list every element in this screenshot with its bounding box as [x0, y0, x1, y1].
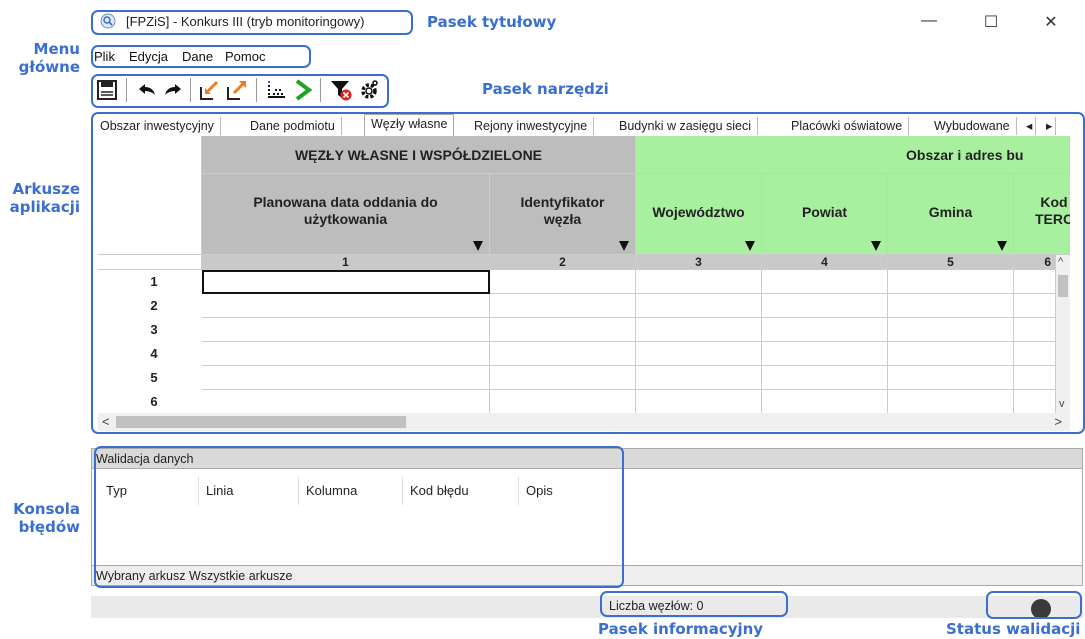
maximize-button[interactable]: ☐ [976, 12, 1006, 32]
annotation-sheets: Arkusze aplikacji [9, 180, 80, 216]
menu-bar-highlight [91, 45, 311, 68]
annotation-main-menu: Menu główne [18, 40, 80, 76]
console-highlight [94, 446, 624, 588]
close-button[interactable]: ✕ [1036, 12, 1066, 32]
annotation-info-bar: Pasek informacyjny [598, 620, 764, 638]
annotation-console: Konsola błędów [13, 500, 80, 536]
annotation-validation-status: Status walidacji [946, 620, 1081, 638]
sheets-highlight [91, 112, 1085, 434]
validation-status-highlight [986, 591, 1082, 619]
status-bar: Liczba węzłów: 0 [91, 596, 1083, 618]
annotation-title-bar: Pasek tytułowy [427, 13, 557, 31]
title-bar-highlight [91, 10, 413, 35]
app-window: [FPZiS] - Konkurs III (tryb monitoringow… [88, 0, 1085, 639]
toolbar-highlight [91, 74, 389, 108]
annotation-toolbar: Pasek narzędzi [482, 80, 609, 98]
minimize-button[interactable]: — [914, 12, 944, 30]
info-bar-highlight [600, 591, 788, 617]
